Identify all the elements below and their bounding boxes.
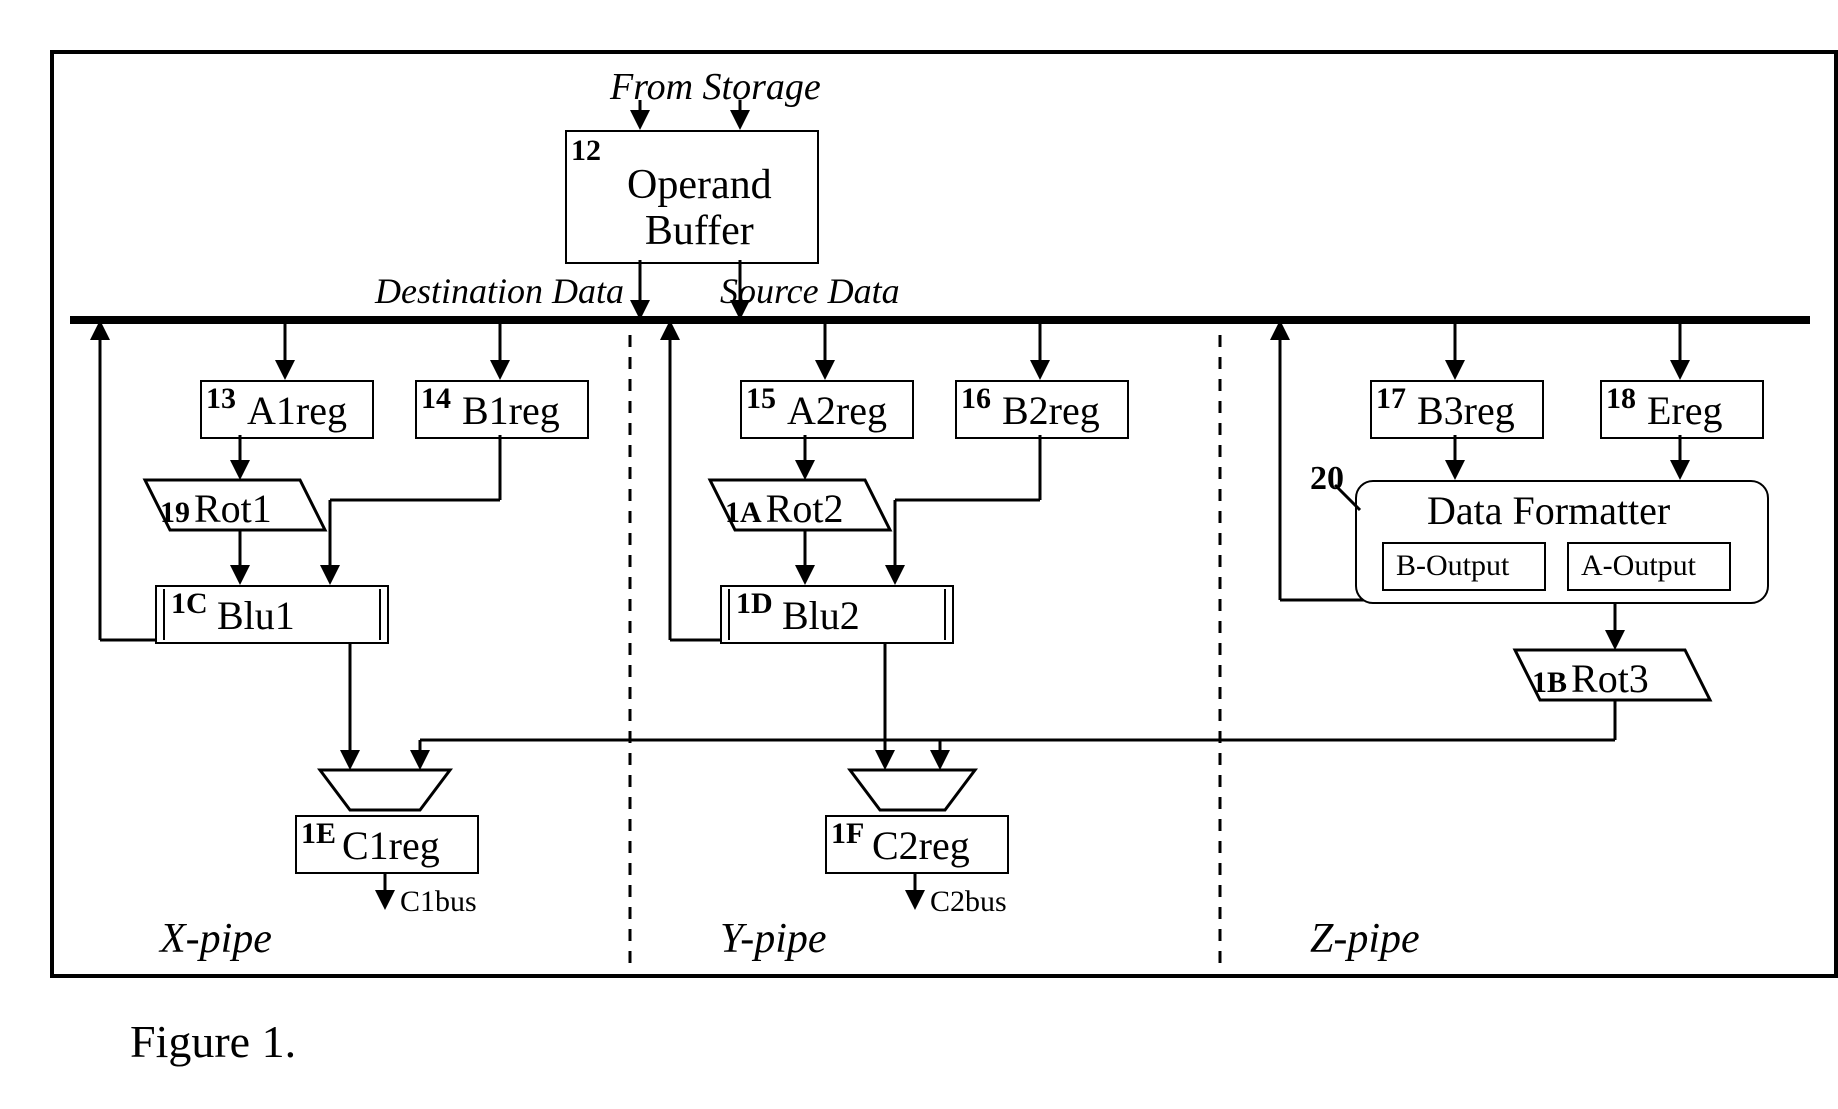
b1reg-block: 14 B1reg — [415, 380, 589, 439]
a2reg-block: 15 A2reg — [740, 380, 914, 439]
data-formatter-name: Data Formatter — [1427, 487, 1670, 534]
b1reg-name: B1reg — [462, 387, 560, 434]
rot3-name: Rot3 — [1571, 656, 1649, 701]
blu1-name: Blu1 — [217, 592, 295, 639]
dest-data-label: Destination Data — [375, 270, 624, 312]
rot2-name: Rot2 — [766, 486, 844, 531]
y-pipe-label: Y-pipe — [720, 915, 827, 963]
c1bus-label: C1bus — [400, 885, 477, 919]
rot2-id: 1A — [725, 496, 762, 529]
a-output-label: A-Output — [1581, 549, 1696, 583]
a1reg-name: A1reg — [247, 387, 347, 434]
from-storage-label: From Storage — [610, 65, 821, 109]
ereg-id: 18 — [1606, 382, 1636, 416]
b3reg-id: 17 — [1376, 382, 1406, 416]
data-formatter-block: Data Formatter B-Output A-Output — [1355, 480, 1769, 604]
source-data-label: Source Data — [720, 270, 900, 312]
ereg-name: Ereg — [1647, 387, 1723, 434]
rot1-name: Rot1 — [194, 486, 272, 531]
c2reg-name: C2reg — [872, 822, 970, 869]
figure-caption: Figure 1. — [130, 1015, 296, 1068]
operand-buffer-block: 12 Operand Buffer — [565, 130, 819, 264]
blu1-block: 1C Blu1 — [155, 585, 389, 644]
z-pipe-label: Z-pipe — [1310, 915, 1420, 963]
blu1-id: 1C — [171, 587, 208, 621]
b2reg-name: B2reg — [1002, 387, 1100, 434]
c2reg-block: 1F C2reg — [825, 815, 1009, 874]
b3reg-block: 17 B3reg — [1370, 380, 1544, 439]
c1reg-block: 1E C1reg — [295, 815, 479, 874]
a1reg-id: 13 — [206, 382, 236, 416]
blu2-name: Blu2 — [782, 592, 860, 639]
b-output-label: B-Output — [1396, 549, 1509, 583]
c1reg-id: 1E — [301, 817, 336, 851]
x-pipe-label: X-pipe — [160, 915, 272, 963]
blu2-block: 1D Blu2 — [720, 585, 954, 644]
c1reg-name: C1reg — [342, 822, 440, 869]
blu2-id: 1D — [736, 587, 773, 621]
b3reg-name: B3reg — [1417, 387, 1515, 434]
rot2-block: 1A Rot2 — [725, 485, 843, 532]
rot1-id: 19 — [160, 496, 190, 529]
rot1-block: 19 Rot1 — [160, 485, 272, 532]
b1reg-id: 14 — [421, 382, 451, 416]
a1reg-block: 13 A1reg — [200, 380, 374, 439]
operand-buffer-id: 12 — [571, 134, 601, 168]
c2reg-id: 1F — [831, 817, 864, 851]
b2reg-id: 16 — [961, 382, 991, 416]
a2reg-id: 15 — [746, 382, 776, 416]
c2bus-label: C2bus — [930, 885, 1007, 919]
operand-buffer-name: Operand Buffer — [627, 162, 772, 254]
rot3-id: 1B — [1532, 666, 1567, 699]
b2reg-block: 16 B2reg — [955, 380, 1129, 439]
rot3-block: 1B Rot3 — [1532, 655, 1649, 702]
ereg-block: 18 Ereg — [1600, 380, 1764, 439]
a2reg-name: A2reg — [787, 387, 887, 434]
